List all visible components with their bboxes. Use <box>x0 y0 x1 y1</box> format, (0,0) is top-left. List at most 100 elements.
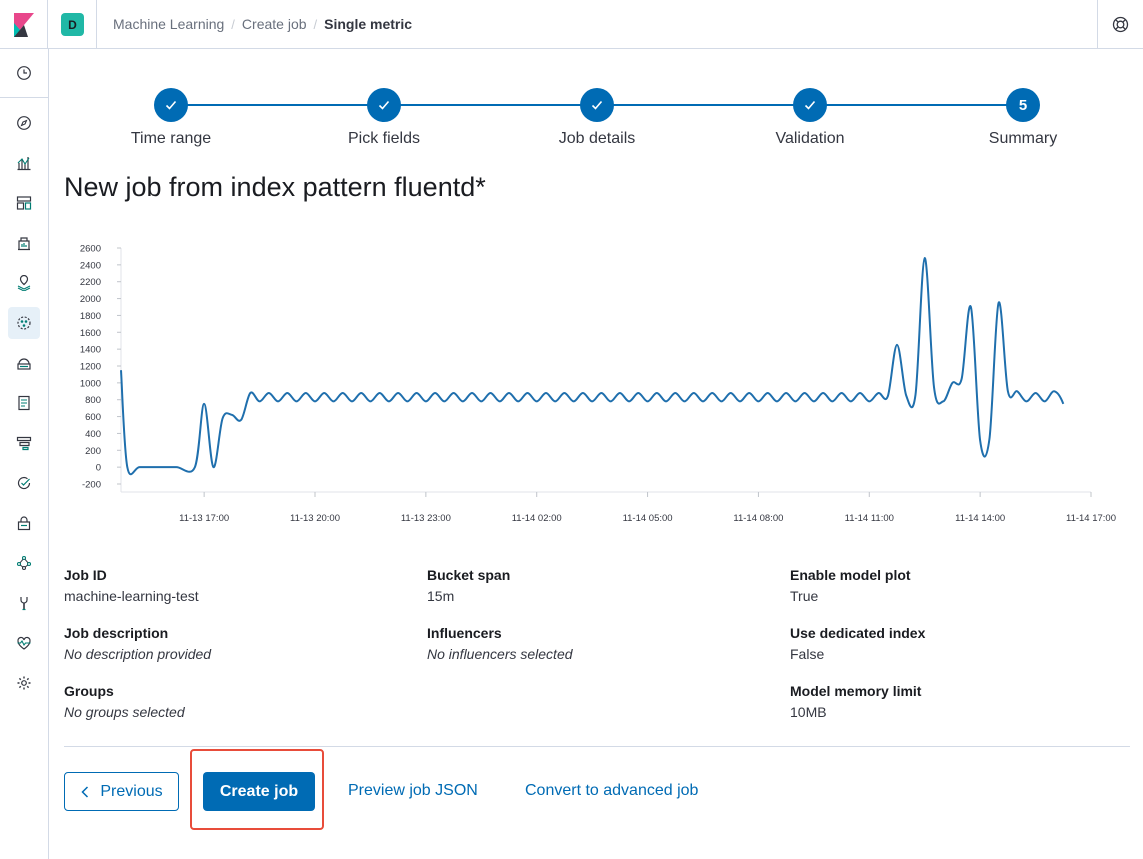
x-tick-label: 11-14 11:00 <box>845 513 894 524</box>
x-tick-label: 11-13 20:00 <box>290 513 340 524</box>
model-plot-label: Enable model plot <box>790 567 911 583</box>
y-tick-label: 0 <box>96 463 101 474</box>
y-tick-label: 1000 <box>80 378 101 389</box>
step-label-summary: Summary <box>988 130 1058 147</box>
breadcrumb-single-metric: Single metric <box>324 16 413 32</box>
nav-uptime[interactable] <box>8 467 40 499</box>
x-tick-label: 11-13 23:00 <box>401 513 451 524</box>
step-label-validation[interactable]: Validation <box>730 130 890 148</box>
step-label-time-range[interactable]: Time range <box>91 130 251 148</box>
section-divider <box>64 746 1130 747</box>
y-tick-label: 1600 <box>80 328 101 339</box>
influencers-value: No influencers selected <box>427 646 573 662</box>
model-plot-value: True <box>790 588 819 604</box>
y-tick-label: 2000 <box>80 294 101 305</box>
chevron-left-icon <box>81 785 89 798</box>
step-3-complete[interactable] <box>580 88 614 122</box>
job-id-value: machine-learning-test <box>64 588 199 604</box>
nav-logs[interactable] <box>8 387 40 419</box>
maps-icon <box>17 275 31 291</box>
check-icon <box>165 100 177 110</box>
bucket-span-label: Bucket span <box>427 567 511 583</box>
bucket-span-value: 15m <box>427 588 455 604</box>
machine-learning-icon <box>17 316 31 330</box>
nav-apm[interactable] <box>8 427 40 459</box>
nav-dev-tools[interactable] <box>8 587 40 619</box>
y-tick-label: 1800 <box>80 311 101 322</box>
lock-icon <box>17 516 31 531</box>
y-tick-label: 200 <box>85 446 101 457</box>
x-tick-label: 11-14 05:00 <box>623 513 673 524</box>
x-tick-label: 11-14 17:00 <box>1066 513 1116 524</box>
nav-maps[interactable] <box>8 267 40 299</box>
x-tick-label: 11-13 17:00 <box>179 513 229 524</box>
step-1-complete[interactable] <box>154 88 188 122</box>
nav-dashboard[interactable] <box>8 187 40 219</box>
event-rate-chart: -200 0 200 400 600 800 1000 1200 1400 1600 1800 200… <box>80 244 1116 525</box>
nav-discover[interactable] <box>8 107 40 139</box>
step-2-complete[interactable] <box>367 88 401 122</box>
step-5-current: 5 <box>1006 88 1040 122</box>
space-selector[interactable]: D <box>48 0 97 49</box>
y-tick-label: 400 <box>85 429 101 440</box>
previous-button[interactable]: Previous <box>64 772 179 811</box>
nav-siem[interactable] <box>8 507 40 539</box>
preview-job-json-link[interactable]: Preview job JSON <box>348 782 478 800</box>
memory-limit-label: Model memory limit <box>790 683 922 699</box>
graph-icon <box>16 555 32 571</box>
x-tick-label: 11-14 02:00 <box>512 513 562 524</box>
step-label-pick-fields[interactable]: Pick fields <box>304 130 464 148</box>
top-header: D Machine Learning / Create job / Single… <box>0 0 1143 49</box>
previous-button-label: Previous <box>100 782 163 800</box>
uptime-icon <box>17 476 31 490</box>
breadcrumb-separator: / <box>313 16 318 32</box>
nav-canvas[interactable] <box>8 227 40 259</box>
nav-management[interactable] <box>8 667 40 699</box>
job-description-label: Job description <box>64 625 169 641</box>
x-tick-label: 11-14 14:00 <box>955 513 1005 524</box>
y-tick-label: -200 <box>82 480 101 491</box>
job-description-value: No description provided <box>64 646 212 662</box>
y-tick-label: 2200 <box>80 277 101 288</box>
help-lifebuoy-icon <box>1112 16 1129 33</box>
step-label-job-details[interactable]: Job details <box>517 130 677 148</box>
nav-divider <box>0 97 48 98</box>
convert-to-advanced-job-link[interactable]: Convert to advanced job <box>525 782 698 800</box>
logs-icon <box>18 395 30 411</box>
check-icon <box>804 100 816 110</box>
nav-graph[interactable] <box>8 547 40 579</box>
check-icon <box>591 100 603 110</box>
nav-visualize[interactable] <box>8 147 40 179</box>
create-job-button[interactable]: Create job <box>203 772 315 811</box>
check-icon <box>378 100 390 110</box>
clock-icon <box>17 66 31 80</box>
nav-monitoring[interactable] <box>8 627 40 659</box>
wrench-icon <box>20 597 28 611</box>
nav-infrastructure[interactable] <box>8 347 40 379</box>
groups-label: Groups <box>64 683 114 699</box>
help-menu-cell[interactable] <box>1097 0 1143 49</box>
breadcrumb-separator: / <box>231 16 235 32</box>
y-tick-label: 2400 <box>80 260 101 271</box>
breadcrumb: Machine Learning / Create job / Single m… <box>113 16 412 32</box>
apm-icon <box>16 436 32 451</box>
y-tick-label: 2600 <box>80 244 101 255</box>
step-4-complete[interactable] <box>793 88 827 122</box>
heartbeat-icon <box>17 636 31 650</box>
breadcrumb-machine-learning[interactable]: Machine Learning <box>113 16 224 32</box>
x-tick-label: 11-14 08:00 <box>733 513 783 524</box>
nav-recently-viewed[interactable] <box>8 57 40 89</box>
influencers-label: Influencers <box>427 625 502 641</box>
side-navigation <box>0 49 49 859</box>
job-id-label: Job ID <box>64 567 107 583</box>
space-avatar[interactable]: D <box>61 13 84 36</box>
breadcrumb-create-job[interactable]: Create job <box>242 16 307 32</box>
logo-cell[interactable] <box>0 0 48 49</box>
y-tick-label: 800 <box>85 395 101 406</box>
canvas-icon <box>18 237 30 251</box>
series-line <box>120 257 1065 476</box>
nav-machine-learning[interactable] <box>8 307 40 339</box>
y-tick-label: 1400 <box>80 345 101 356</box>
y-tick-label: 1200 <box>80 362 101 373</box>
kibana-logo-icon <box>14 13 34 37</box>
